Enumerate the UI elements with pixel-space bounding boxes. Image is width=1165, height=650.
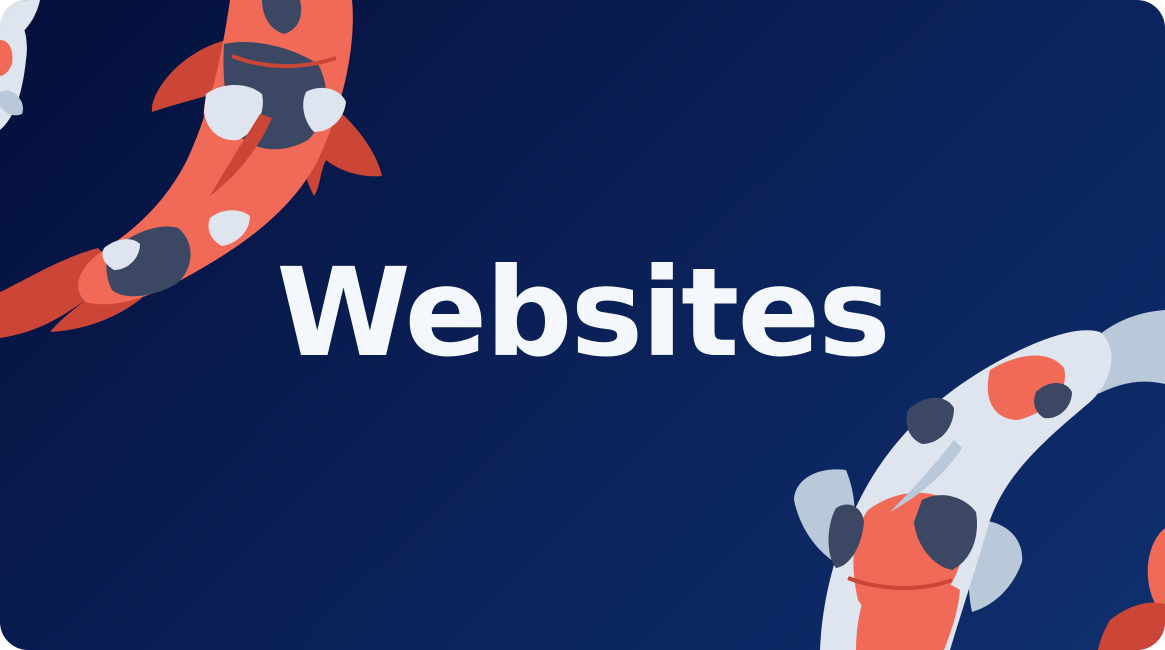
koi-fish-corner <box>1098 528 1165 650</box>
banner-card: Websites <box>0 0 1165 650</box>
koi-fish-left-edge <box>0 13 27 131</box>
page-title: Websites <box>276 242 890 384</box>
